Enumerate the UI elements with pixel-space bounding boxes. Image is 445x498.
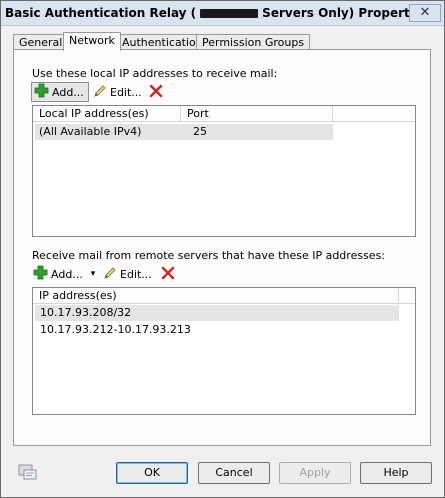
dialog-status-icon (18, 463, 38, 484)
close-button[interactable]: ✕ (409, 4, 441, 22)
add-icon (34, 83, 49, 101)
remote-ip-section-label: Receive mail from remote servers that ha… (32, 249, 386, 262)
local-ip-list[interactable]: Local IP address(es) Port (All Available… (32, 105, 416, 237)
cancel-button[interactable]: Cancel (198, 462, 270, 484)
tab-permission-groups[interactable]: Permission Groups (196, 34, 311, 50)
ok-button[interactable]: OK (116, 462, 188, 484)
column-ip-address[interactable]: IP address(es) (33, 288, 399, 304)
cell-ip-address: 10.17.93.208/32 (40, 306, 132, 319)
local-ip-section-label: Use these local IP addresses to receive … (32, 67, 278, 80)
remote-add-button[interactable]: Add... ▾ (33, 264, 95, 284)
chevron-down-icon[interactable]: ▾ (91, 269, 96, 279)
properties-dialog: Basic Authentication Relay ( Servers Only… (0, 0, 445, 498)
redacted-block (200, 9, 259, 18)
window-title-prefix: Basic Authentication Relay ( (5, 6, 197, 20)
apply-button[interactable]: Apply (279, 462, 351, 484)
remote-add-label: Add... (51, 267, 83, 281)
remote-delete-button[interactable] (161, 264, 175, 284)
remote-edit-label: Edit... (120, 267, 152, 281)
add-icon (33, 265, 48, 283)
cell-local-ip: (All Available IPv4) (39, 125, 142, 138)
local-add-label: Add... (52, 85, 84, 99)
window-title: Basic Authentication Relay ( Servers Only… (5, 6, 429, 20)
window-title-suffix: Servers Only) Properties (262, 6, 430, 20)
remote-ip-list[interactable]: IP address(es) 10.17.93.208/32 10.17.93.… (32, 287, 416, 415)
tab-general[interactable]: General (13, 34, 69, 50)
title-bar: Basic Authentication Relay ( Servers Only… (1, 1, 444, 26)
local-edit-label: Edit... (110, 85, 142, 99)
network-tab-page: Use these local IP addresses to receive … (13, 49, 431, 446)
table-row[interactable]: 10.17.93.208/32 (35, 305, 399, 321)
remote-ip-list-header: IP address(es) (33, 288, 415, 304)
column-filler (333, 106, 415, 122)
column-filler (399, 288, 415, 304)
pencil-icon (93, 84, 107, 101)
local-delete-button[interactable] (149, 82, 163, 102)
cell-ip-address: 10.17.93.212-10.17.93.213 (40, 323, 191, 336)
delete-icon (161, 266, 175, 283)
tab-authentication[interactable]: Authentication (116, 34, 209, 50)
column-local-ip[interactable]: Local IP address(es) (33, 106, 181, 122)
help-button[interactable]: Help (360, 462, 432, 484)
local-ip-list-header: Local IP address(es) Port (33, 106, 415, 122)
cell-port: 25 (193, 125, 207, 138)
remote-edit-button[interactable]: Edit... (103, 264, 152, 284)
column-port[interactable]: Port (181, 106, 333, 122)
pencil-icon (103, 266, 117, 283)
table-row[interactable]: (All Available IPv4) 25 (35, 124, 333, 140)
close-icon: ✕ (419, 5, 431, 20)
table-row[interactable]: 10.17.93.212-10.17.93.213 (35, 322, 399, 338)
local-add-button[interactable]: Add... (31, 82, 89, 102)
local-edit-button[interactable]: Edit... (93, 82, 142, 102)
delete-icon (149, 84, 163, 101)
tab-network[interactable]: Network (63, 32, 121, 51)
